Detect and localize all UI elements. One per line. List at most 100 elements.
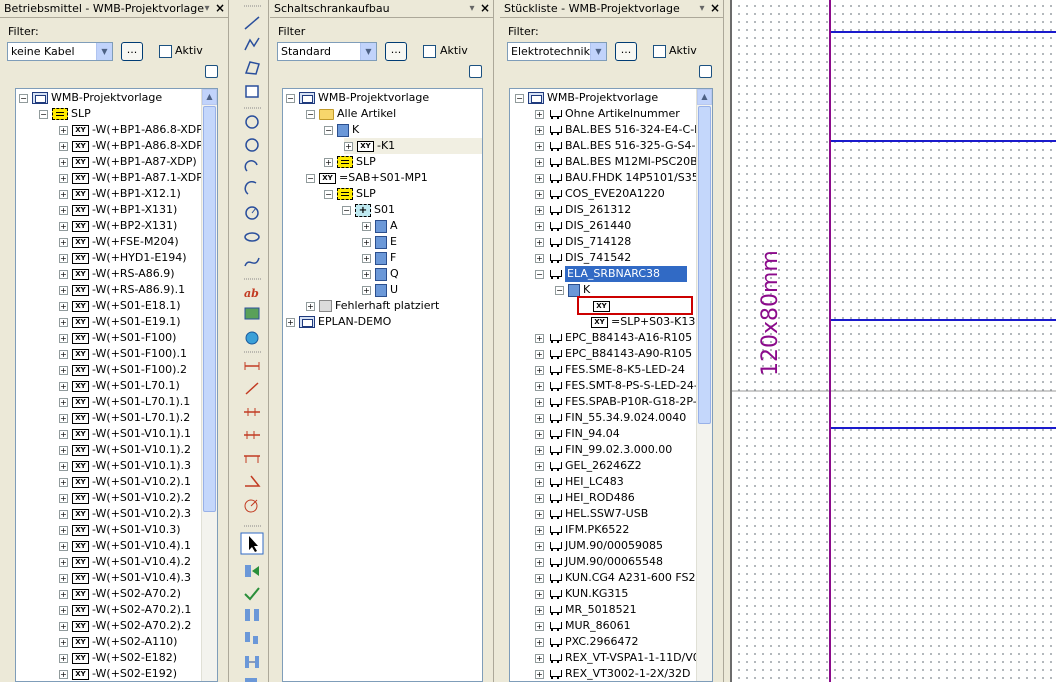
tree-node-article[interactable]: + PXC.2966472 [535, 634, 639, 650]
tree-node-article[interactable]: + JUM.90/00065548 [535, 554, 663, 570]
expand-icon[interactable]: + [59, 509, 68, 519]
filter-select[interactable]: keine Kabel ▼ [7, 42, 113, 61]
tree-node-article[interactable]: + FIN_99.02.3.000.00 [535, 442, 672, 458]
collapse-icon[interactable]: − [39, 109, 48, 119]
tree-node-location[interactable]: + E [362, 234, 397, 250]
expand-icon[interactable]: + [59, 589, 68, 599]
tree-node-device[interactable]: + XY -W(+S01-L70.1).2 [59, 410, 190, 426]
dimension-chain-icon[interactable] [244, 408, 260, 416]
filter-dialog-button[interactable]: ... [385, 42, 407, 61]
expand-icon[interactable]: + [59, 525, 68, 535]
tree-node-device[interactable]: + XY -W(+S01-V10.4).2 [59, 554, 191, 570]
tree-node-slp2[interactable]: − SLP [324, 186, 376, 202]
tree-node-device[interactable]: + XY -W(+S02-A70.2).2 [59, 618, 191, 634]
image-tool-icon[interactable] [244, 307, 260, 320]
expand-icon[interactable]: + [59, 157, 68, 167]
tree-node-article[interactable]: + Ohne Artikelnummer [535, 106, 680, 122]
tree-node-article[interactable]: + EPC_B84143-A16-R105 [535, 330, 692, 346]
chevron-down-icon[interactable]: ▼ [360, 43, 376, 60]
tree-node-article[interactable]: + DIS_261312 [535, 202, 631, 218]
tree-node-article[interactable]: + BAL.BES M12MI-PSC20B-BV [535, 154, 712, 170]
filter-select[interactable]: Elektrotechnik ▼ [507, 42, 607, 61]
tree-root-node[interactable]: − WMB-Projektvorlage [515, 90, 658, 106]
dimension-aligned-icon[interactable] [245, 382, 259, 395]
tree-node-eplan-demo[interactable]: + EPLAN-DEMO [286, 314, 391, 330]
align-bottom-icon[interactable] [245, 632, 258, 644]
polyline-tool-icon[interactable] [244, 37, 260, 51]
scroll-thumb[interactable] [698, 106, 711, 424]
polygon-tool-icon[interactable] [244, 61, 260, 75]
tree-node-article[interactable]: + KUN.KG315 [535, 586, 628, 602]
expand-icon[interactable]: + [59, 445, 68, 455]
tree-node-device[interactable]: + XY -W(+RS-A86.9).1 [59, 282, 185, 298]
tree-group-node[interactable]: − SLP [39, 106, 91, 122]
tree-node-device[interactable]: + XY -W(+S01-F100).1 [59, 346, 187, 362]
expand-icon[interactable]: + [535, 509, 544, 519]
close-icon[interactable]: × [710, 0, 720, 17]
expand-icon[interactable]: + [306, 301, 315, 311]
scroll-up-icon[interactable]: ▲ [697, 89, 712, 105]
collapse-icon[interactable]: − [342, 205, 351, 215]
tree-scrollbar[interactable]: ▲ [696, 89, 712, 681]
expand-icon[interactable]: + [535, 189, 544, 199]
align-tool-icon[interactable] [245, 609, 259, 621]
tree-node-device[interactable]: + XY -W(+S01-E18.1) [59, 298, 181, 314]
aktiv-checkbox[interactable] [423, 45, 436, 58]
tree-node-article[interactable]: + REX_VT3002-1-2X/32D [535, 666, 691, 681]
expand-icon[interactable]: + [535, 237, 544, 247]
expand-icon[interactable]: + [535, 621, 544, 631]
tree-node-fehlerhaft[interactable]: + Fehlerhaft platziert [306, 298, 439, 314]
tree-node-device[interactable]: + XY -W(+FSE-M204) [59, 234, 179, 250]
tree-node-slp[interactable]: + SLP [324, 154, 376, 170]
tree-node-article[interactable]: + BAL.BES 516-325-G-S4-C [535, 138, 703, 154]
tree-node-article[interactable]: + HEI_ROD486 [535, 490, 635, 506]
tree-node-device[interactable]: + XY -W(+BP1-A86.8-XDP) [59, 122, 207, 138]
expand-icon[interactable]: + [59, 429, 68, 439]
collapse-icon[interactable]: − [515, 93, 524, 103]
expand-icon[interactable]: + [535, 653, 544, 663]
expand-icon[interactable]: + [535, 477, 544, 487]
tree-node-sab[interactable]: − XY =SAB+S01-MP1 [306, 170, 428, 186]
expand-icon[interactable]: + [324, 157, 333, 167]
tree-node-article[interactable]: + GEL_26246Z2 [535, 458, 642, 474]
expand-icon[interactable]: + [362, 285, 371, 295]
tree-node-article[interactable]: + FES.SPAB-P10R-G18-2P-M8 [535, 394, 712, 410]
text-tool-icon[interactable]: ab [244, 287, 259, 300]
tree-node-article[interactable]: + DIS_261440 [535, 218, 631, 234]
collapse-icon[interactable]: − [286, 93, 295, 103]
expand-icon[interactable]: + [59, 317, 68, 327]
tree-node-device[interactable]: + XY -W(+S01-V10.1).1 [59, 426, 191, 442]
tree-node-device[interactable]: + XY -W(+BP1-X131) [59, 202, 177, 218]
tree-node-device[interactable]: + XY -W(+S01-L70.1).1 [59, 394, 190, 410]
expand-icon[interactable]: + [535, 253, 544, 263]
expand-icon[interactable]: + [59, 413, 68, 423]
tree-node-device[interactable]: + XY -W(+S01-V10.3) [59, 522, 181, 538]
tree-node-k[interactable]: − K [324, 122, 359, 138]
expand-icon[interactable]: + [535, 333, 544, 343]
tree-node-alle-artikel[interactable]: − Alle Artikel [306, 106, 396, 122]
expand-icon[interactable]: + [59, 349, 68, 359]
expand-icon[interactable]: + [59, 301, 68, 311]
expand-icon[interactable]: + [535, 461, 544, 471]
tree-node-device[interactable]: + XY -W(+S01-V10.2).3 [59, 506, 191, 522]
expand-icon[interactable]: + [59, 381, 68, 391]
expand-icon[interactable]: + [362, 237, 371, 247]
expand-icon[interactable]: + [59, 285, 68, 295]
tree-node-device[interactable]: + XY -W(+RS-A86.9) [59, 266, 175, 282]
line-tool-icon[interactable] [244, 16, 260, 30]
spline-tool-icon[interactable] [244, 257, 260, 267]
circle2-tool-icon[interactable] [245, 138, 259, 152]
expand-icon[interactable]: + [286, 317, 295, 327]
tree-node-selected-article[interactable]: − ELA_SRBNARC38 [535, 266, 687, 282]
expand-icon[interactable]: + [59, 557, 68, 567]
pin-icon[interactable]: ▾ [202, 0, 212, 17]
expand-icon[interactable]: + [344, 141, 353, 151]
expand-icon[interactable]: + [59, 493, 68, 503]
tree-node-device[interactable]: + XY -W(+S01-V10.4).1 [59, 538, 191, 554]
tree-node-s01[interactable]: − + S01 [342, 202, 395, 218]
expand-icon[interactable]: + [59, 269, 68, 279]
expand-icon[interactable]: + [535, 589, 544, 599]
tree-node-device[interactable]: + XY -W(+S01-F100).2 [59, 362, 187, 378]
tree-node-location[interactable]: + Q [362, 266, 399, 282]
expand-icon[interactable]: + [59, 621, 68, 631]
